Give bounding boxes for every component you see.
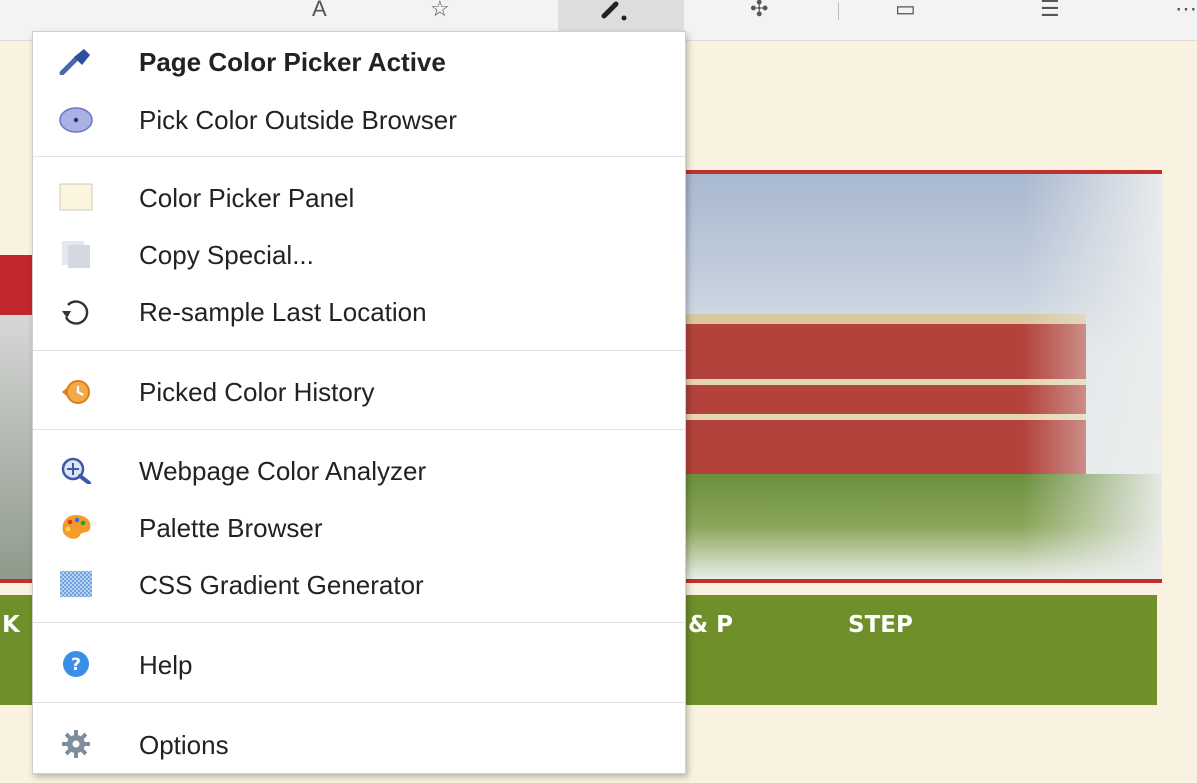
menu-item-palette-browser[interactable]: Palette Browser: [33, 500, 685, 552]
more-icon[interactable]: ⋯: [1175, 0, 1197, 22]
nav-item-fragment[interactable]: K: [2, 612, 20, 638]
toolbar-separator: [838, 2, 839, 20]
menu-item-color-picker-panel[interactable]: Color Picker Panel: [33, 170, 685, 222]
menu-item-label: Pick Color Outside Browser: [139, 105, 457, 135]
campus-photo: [686, 174, 1162, 579]
menu-item-label: Re-sample Last Location: [139, 297, 427, 327]
menu-item-label: Copy Special...: [139, 240, 314, 270]
menu-separator: [33, 622, 685, 623]
palette-icon: [62, 515, 91, 539]
eyedropper-icon: [59, 49, 90, 75]
menu-item-help[interactable]: ? Help: [33, 637, 685, 689]
menu-item-label: CSS Gradient Generator: [139, 570, 424, 600]
menu-separator: [33, 702, 685, 703]
menu-item-label: Page Color Picker Active: [139, 47, 446, 77]
resample-icon: [62, 300, 89, 325]
nav-item-step[interactable]: STEP: [848, 612, 913, 638]
menu-item-resample-last-location[interactable]: Re-sample Last Location: [33, 284, 685, 336]
analyzer-icon: [61, 457, 91, 484]
copy-icon: [62, 241, 90, 268]
gradient-icon: [60, 571, 92, 597]
menu-item-label: Help: [139, 650, 193, 680]
menu-item-pick-outside-browser[interactable]: Pick Color Outside Browser: [33, 92, 685, 144]
menu-item-copy-special[interactable]: Copy Special...: [33, 227, 685, 279]
menu-item-label: Webpage Color Analyzer: [139, 456, 427, 486]
bookmark-star-icon[interactable]: ☆: [430, 0, 450, 22]
color-swatch-icon: [59, 183, 93, 211]
page-left-fragment: [0, 165, 32, 585]
menu-item-options[interactable]: Options: [33, 717, 685, 769]
menu-item-label: Options: [139, 730, 229, 760]
history-icon: [62, 380, 90, 404]
menu-item-page-color-picker[interactable]: Page Color Picker Active: [33, 34, 685, 86]
color-picker-menu: Page Color Picker Active Pick Color Outs…: [32, 31, 686, 774]
translate-icon[interactable]: A: [312, 0, 327, 22]
menu-separator: [33, 156, 685, 157]
help-icon: ?: [63, 651, 89, 677]
menu-item-label: Picked Color History: [139, 377, 375, 407]
menu-item-css-gradient-generator[interactable]: CSS Gradient Generator: [33, 557, 685, 609]
menu-item-label: Palette Browser: [139, 513, 323, 543]
nav-item-fragment[interactable]: & P: [688, 612, 733, 638]
menu-item-picked-color-history[interactable]: Picked Color History: [33, 364, 685, 416]
gear-icon: [62, 730, 90, 758]
menu-separator: [33, 429, 685, 430]
menu-item-label: Color Picker Panel: [139, 183, 355, 213]
menu-separator: [33, 350, 685, 351]
pick-outside-icon: [59, 107, 93, 133]
favorites-icon[interactable]: ☰: [1040, 0, 1060, 22]
menu-item-webpage-color-analyzer[interactable]: Webpage Color Analyzer: [33, 443, 685, 495]
extensions-icon[interactable]: ✣: [750, 0, 768, 22]
svg-text:?: ?: [71, 655, 81, 675]
eyedropper-toolbar-icon: [601, 1, 627, 21]
split-screen-icon[interactable]: ▭: [895, 0, 916, 22]
